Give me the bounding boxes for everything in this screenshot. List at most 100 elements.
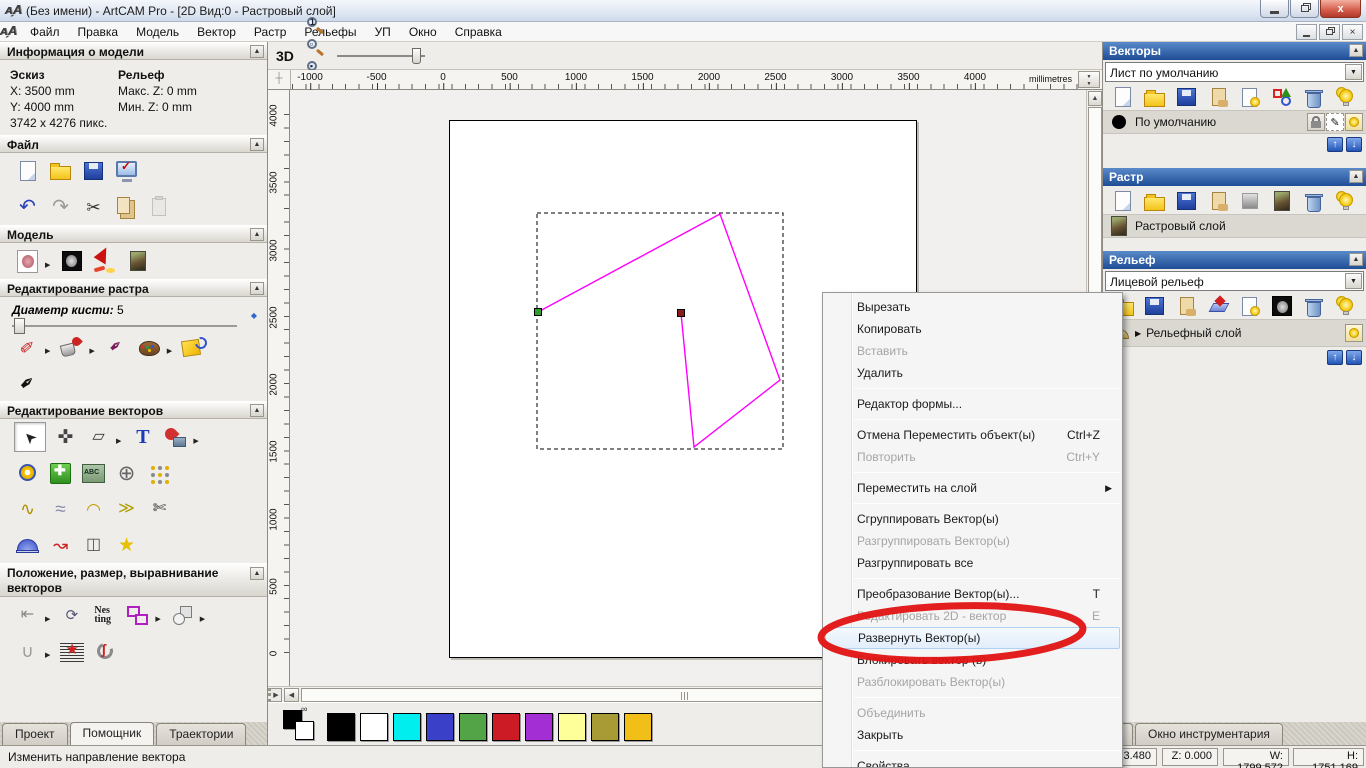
flyout-arrow-icon[interactable]: ▶ [45, 347, 50, 355]
context-menu-item[interactable]: Вырезать [823, 296, 1122, 318]
flyout-arrow-icon[interactable]: ▶ [45, 651, 50, 659]
wrap-sphere-icon[interactable]: ⊕ [113, 460, 140, 487]
zoom-slider[interactable] [336, 47, 425, 64]
context-menu-item[interactable]: Повторить Ctrl+Y [823, 446, 1122, 468]
zoom-1to1-icon[interactable]: 1 [303, 14, 326, 36]
bear-inverse-icon[interactable] [1270, 294, 1294, 318]
copy-pages-icon[interactable] [113, 194, 140, 221]
grayscale-icon[interactable] [1238, 189, 1262, 213]
lock-layer-icon[interactable] [1307, 113, 1325, 131]
new-file-icon[interactable] [14, 158, 41, 185]
chevron-down-icon[interactable]: ▼ [1345, 64, 1362, 80]
open-folder-icon[interactable] [1143, 189, 1167, 213]
context-menu-item[interactable]: Развернуть Вектор(ы) [825, 627, 1120, 649]
trim-vectors-icon[interactable]: ✄ [146, 496, 173, 523]
flyout-arrow-icon[interactable]: ▶ [200, 615, 205, 623]
raster-panel-header[interactable]: Растр ▲ [1103, 168, 1366, 186]
measure-tape-icon[interactable] [14, 460, 41, 487]
tab-Окно инструментария[interactable]: Окно инструментария [1135, 723, 1283, 745]
palette-swatch[interactable] [492, 713, 520, 741]
tab-Траектории[interactable]: Траектории [156, 723, 247, 745]
menu-УП[interactable]: УП [366, 23, 400, 41]
text-on-curve-icon[interactable]: ⟳ [58, 602, 85, 629]
toggle-all-layers-icon[interactable] [1334, 294, 1358, 318]
weld-vectors-icon[interactable] [162, 424, 189, 451]
import-file-icon[interactable] [1207, 189, 1231, 213]
layer-color-icon[interactable] [1109, 112, 1129, 132]
sketch-polyline-icon[interactable]: ≈ [47, 496, 74, 523]
palette-swatch[interactable] [525, 713, 553, 741]
vector-end-node[interactable] [677, 309, 685, 317]
create-polyline-icon[interactable]: ∿ [14, 496, 41, 523]
flyout-arrow-icon[interactable]: ▶ [89, 347, 94, 355]
relief-panel-header[interactable]: Рельеф ▲ [1103, 251, 1366, 269]
context-menu-item[interactable]: Вставить [823, 340, 1122, 362]
flyout-arrow-icon[interactable]: ▶ [193, 437, 198, 445]
context-menu-item[interactable]: Разгруппировать Вектор(ы) [823, 530, 1122, 552]
shapes-icon[interactable] [1270, 85, 1294, 109]
zoom-fit-icon[interactable]: ▫ [303, 36, 326, 58]
collapse-button[interactable]: ▲ [250, 138, 264, 151]
secondary-color-swatch[interactable] [295, 721, 314, 740]
ruler-options-button[interactable]: ▼ ▼ [1078, 71, 1100, 88]
collapse-button[interactable]: ▲ [250, 282, 264, 295]
wave-vectors-icon[interactable]: ★ [58, 638, 85, 665]
zoom-slider-handle[interactable] [411, 47, 421, 64]
palette-swatch[interactable] [459, 713, 487, 741]
palette-swatch[interactable] [558, 713, 586, 741]
palette-swatch[interactable] [591, 713, 619, 741]
context-menu-item[interactable]: Редактировать 2D - вектор E [823, 605, 1122, 627]
collapse-button[interactable]: ▲ [1349, 170, 1363, 183]
chevron-down-icon[interactable]: ▼ [1345, 273, 1362, 289]
context-menu-item[interactable]: Отмена Переместить объект(ы) Ctrl+Z [823, 424, 1122, 446]
export-model-icon[interactable]: ✓ [113, 158, 140, 185]
section-header-raster-edit[interactable]: Редактирование растра ▲ [0, 279, 267, 297]
vector-layer-row[interactable]: По умолчанию ✎ [1103, 110, 1366, 134]
redo-icon[interactable]: ↷ [47, 194, 74, 221]
fit-curve-icon[interactable]: ↝ [47, 532, 74, 559]
bitmap-image-icon[interactable] [124, 248, 151, 275]
section-header-vector-edit[interactable]: Редактирование векторов ▲ [0, 401, 267, 419]
vectors-panel-header[interactable]: Векторы ▲ [1103, 42, 1366, 60]
block-copy-rotate-icon[interactable] [146, 460, 173, 487]
layer-visibility-icon[interactable] [1345, 324, 1363, 342]
collapse-button[interactable]: ▲ [1349, 253, 1363, 266]
flyout-arrow-icon[interactable]: ▶ [116, 437, 121, 445]
toggle-all-layers-icon[interactable] [1334, 85, 1358, 109]
scroll-left-icon[interactable]: ◀ [284, 688, 299, 702]
transform-vectors-icon[interactable]: ✜ [52, 424, 79, 451]
restore-button[interactable] [1290, 0, 1319, 18]
section-header-model[interactable]: Модель ▲ [0, 225, 267, 243]
fit-arcs-icon[interactable]: ≫ [113, 496, 140, 523]
context-menu-item[interactable]: Разблокировать Вектор(ы) [823, 671, 1122, 693]
edit-layer-icon[interactable]: ✎ [1326, 113, 1344, 131]
save-disk-icon[interactable] [1175, 85, 1199, 109]
collapse-button[interactable]: ▲ [250, 45, 264, 58]
flyout-arrow-icon[interactable]: ▶ [155, 615, 160, 623]
tab-Проект[interactable]: Проект [2, 723, 68, 745]
menu-Окно[interactable]: Окно [400, 23, 446, 41]
text-blocks-icon[interactable]: ABC [80, 460, 107, 487]
context-menu-item[interactable]: Блокировать вектор (в) [823, 649, 1122, 671]
bear-sketch-icon[interactable] [14, 248, 41, 275]
vector-doctor-icon[interactable]: ★ [113, 532, 140, 559]
select-arrow-icon[interactable]: ➤ [14, 422, 46, 452]
brush-flyout-icon[interactable]: ◆ [251, 311, 257, 320]
layer-stack-icon[interactable] [1207, 294, 1231, 318]
mdi-close-button[interactable]: × [1342, 24, 1363, 40]
palette-swatch[interactable] [426, 713, 454, 741]
draw-pen-icon[interactable]: ✒ [14, 370, 41, 397]
nesting-icon[interactable]: Nes ting [91, 602, 118, 629]
align-vectors-icon[interactable]: ⇤ [14, 602, 41, 629]
cut-scissors-icon[interactable]: ✂ [80, 194, 107, 221]
menu-Правка[interactable]: Правка [69, 23, 128, 41]
mirror-vectors-icon[interactable]: ◫ [80, 532, 107, 559]
context-menu-item[interactable]: Удалить [823, 362, 1122, 384]
align-objects-icon[interactable] [169, 602, 196, 629]
view-3d-button[interactable]: 3D [276, 48, 294, 64]
tab-Помощник[interactable]: Помощник [69, 722, 155, 745]
magic-fill-icon[interactable] [180, 334, 210, 361]
context-menu-item[interactable]: Переместить на слой ▶ [823, 477, 1122, 499]
node-editing-icon[interactable]: ▱ [85, 424, 112, 451]
create-text-icon[interactable]: T [129, 424, 156, 451]
